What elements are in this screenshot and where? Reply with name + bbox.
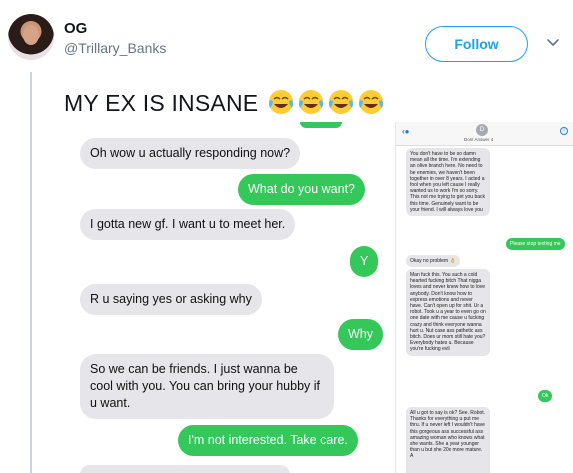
messages-header: ‹● D Dont Answer 4 i [396, 122, 573, 146]
face-with-tears-of-joy-icon [298, 90, 323, 114]
info-icon: i [560, 127, 568, 135]
message-bubble-incoming: Oh wow u actually responding now? [80, 138, 301, 169]
user-handle[interactable]: @Trillary_Banks [64, 40, 166, 56]
face-with-tears-of-joy-icon [328, 90, 353, 114]
message-bubble-outgoing: What do you want? [238, 174, 366, 205]
tweet-text: MY EX IS INSANE [64, 88, 385, 117]
message-bubble-outgoing: Ok [538, 390, 553, 403]
cropped-bubble [80, 465, 290, 473]
back-icon: ‹● [402, 127, 410, 136]
message-bubble-outgoing: Please stop texting me [506, 238, 565, 251]
media-image-left[interactable]: Oh wow u actually responding now? What d… [64, 122, 392, 473]
cropped-bubble [300, 122, 342, 128]
media-image-right[interactable]: ‹● D Dont Answer 4 i You don't have to b… [395, 122, 573, 473]
message-bubble-incoming: Man fuck this. You such a cold hearted f… [406, 269, 490, 356]
avatar[interactable] [8, 14, 54, 60]
face-with-tears-of-joy-icon [268, 90, 293, 114]
contact-avatar: D [476, 124, 488, 136]
contact-name: Dont Answer 4 [464, 137, 494, 142]
tweet-text-content: MY EX IS INSANE [64, 90, 259, 116]
message-bubble-incoming: R u saying yes or asking why [80, 284, 262, 315]
tweet-header: OG @Trillary_Banks Follow [0, 0, 573, 80]
display-name[interactable]: OG [64, 20, 87, 37]
message-bubble-incoming: So we can be friends. I just wanna be co… [80, 354, 334, 419]
chevron-down-icon[interactable] [545, 34, 561, 50]
thread-line [30, 72, 32, 473]
follow-button[interactable]: Follow [425, 26, 528, 62]
message-bubble-outgoing: Why [338, 319, 383, 350]
message-bubble-incoming: You don't have to be so damn mean all th… [406, 148, 490, 217]
message-bubble-outgoing: I'm not interested. Take care. [178, 425, 358, 456]
message-bubble-incoming: Okay no problem 👌 [406, 255, 460, 268]
message-bubble-outgoing: Y [350, 246, 379, 277]
face-with-tears-of-joy-icon [358, 90, 383, 114]
message-bubble-incoming: I gotta new gf. I want u to meet her. [80, 209, 296, 240]
message-bubble-incoming: All u got to say is ok? See. Robot. Than… [406, 407, 490, 473]
